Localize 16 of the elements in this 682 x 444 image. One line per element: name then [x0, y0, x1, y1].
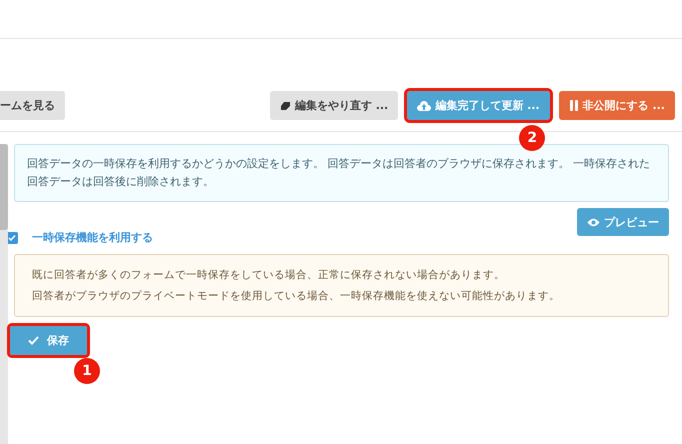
info-text: 回答データの一時保存を利用するかどうかの設定をします。 回答データは回答者のブラウザに保存されます。 一時保存された回答データは回答後に削除されます。 [14, 144, 669, 202]
toolbar-button[interactable]: 非公開にする ... [558, 91, 675, 120]
eye-icon [587, 218, 600, 226]
warning-text: 回答者がブラウザのプライベートモードを使用している場合、一時保存機能を使えない可能性があります。 [32, 289, 561, 304]
preview-button[interactable]: プレビュー [577, 208, 669, 236]
scrollbar[interactable] [0, 144, 8, 444]
callout-badge: 2 [519, 125, 546, 151]
cloud-upload-icon [417, 100, 432, 110]
toolbar-button[interactable]: 編集をやり直す ... [270, 91, 398, 120]
warning-text: 既に回答者が多くのフォームで一時保存をしている場合、正常に保存されない場合があります。 [32, 268, 506, 283]
callout-badge: 1 [74, 358, 100, 384]
toolbar-button[interactable]: ームを見る [0, 91, 65, 120]
eraser-icon [280, 100, 291, 110]
pause-icon [568, 100, 579, 111]
check-icon [28, 336, 39, 345]
checkbox-label[interactable]: 一時保存機能を利用する [32, 230, 153, 245]
